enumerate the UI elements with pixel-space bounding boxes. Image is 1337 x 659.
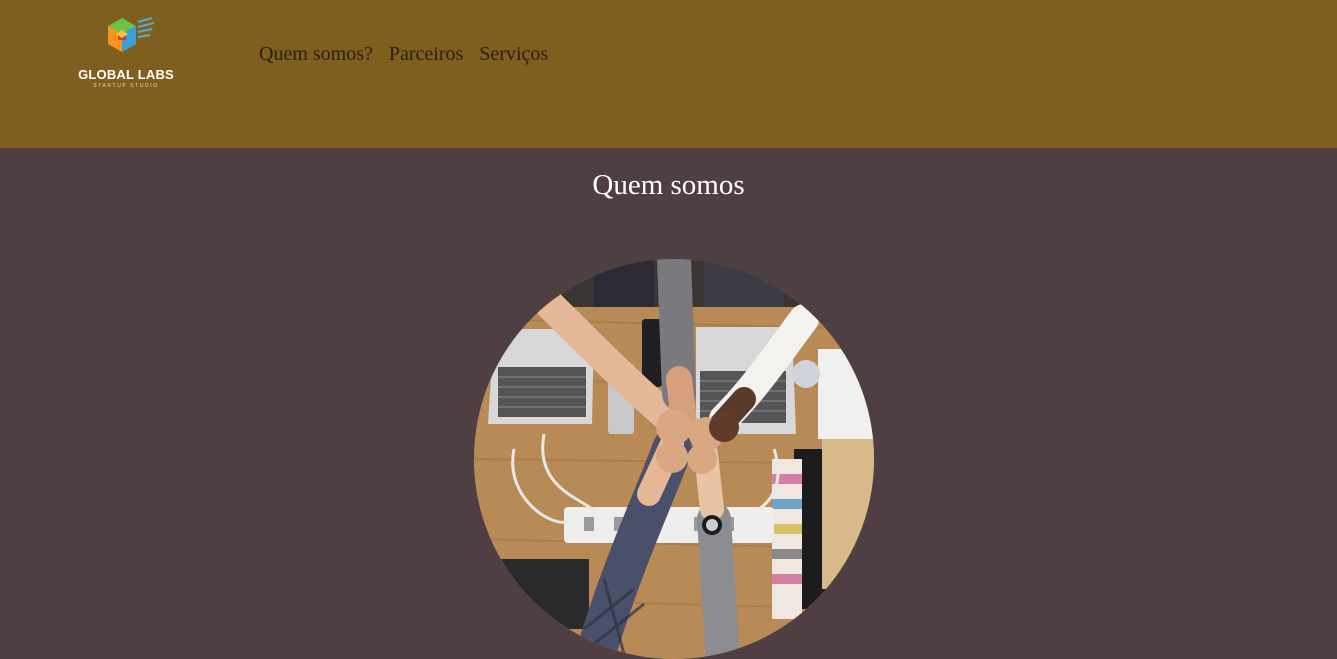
global-labs-logo[interactable]: GLOBAL LABS STARTUP STUDIO bbox=[78, 16, 174, 92]
nav-item-servicos[interactable]: Serviços bbox=[479, 42, 548, 66]
team-fist-bump-illustration bbox=[474, 259, 874, 659]
team-photo bbox=[474, 259, 874, 659]
section-title: Quem somos bbox=[592, 169, 745, 201]
brand-tagline: STARTUP STUDIO bbox=[93, 83, 159, 89]
nav-item-quem-somos[interactable]: Quem somos? bbox=[259, 42, 373, 66]
site-header: GLOBAL LABS STARTUP STUDIO Quem somos? P… bbox=[0, 0, 1337, 148]
nav-item-parceiros[interactable]: Parceiros bbox=[389, 42, 463, 66]
main-nav: Quem somos? Parceiros Serviços bbox=[259, 42, 548, 66]
cube-logo-icon bbox=[108, 17, 155, 52]
brand-name: GLOBAL LABS bbox=[78, 67, 174, 82]
